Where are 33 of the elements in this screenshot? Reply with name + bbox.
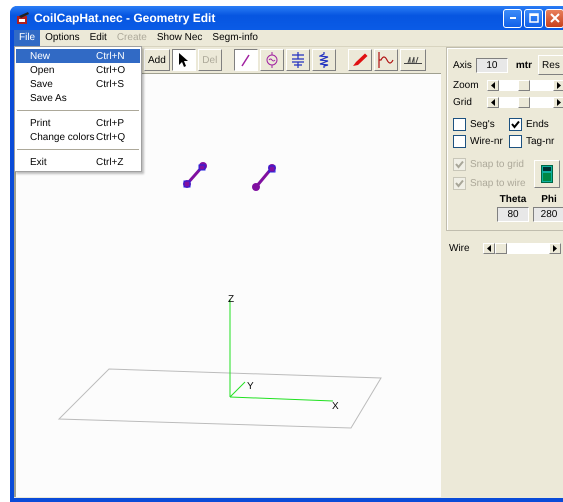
unit-label: mtr	[516, 60, 532, 70]
menu-item[interactable]: File	[14, 30, 40, 46]
slider-label: Zoom	[453, 80, 480, 91]
menu-item[interactable]: New Ctrl+N	[16, 49, 140, 63]
checkbox-label: Snap to wire	[470, 178, 526, 189]
menu-item[interactable]: Show Nec	[152, 30, 208, 46]
checkbox-label: Wire-nr	[470, 136, 503, 147]
menu-item[interactable]: Edit	[84, 30, 112, 46]
menu-item[interactable]: Exit Ctrl+Z	[16, 155, 140, 169]
angle-field[interactable]: 80	[497, 207, 529, 222]
angle-label: Phi	[541, 194, 557, 205]
menu-item[interactable]: Options	[40, 30, 85, 46]
axis-label: Axis	[453, 60, 472, 70]
checkbox-label: Seg's	[470, 119, 495, 130]
menu-item[interactable]: Save As	[16, 91, 140, 105]
window-title: CoilCapHat.nec - Geometry Edit	[34, 11, 216, 25]
checkbox-label: Ends	[526, 119, 549, 130]
axis-label: Z	[228, 294, 234, 305]
angle-field[interactable]: 280	[533, 207, 563, 222]
axis-label: Y	[247, 381, 254, 392]
menu-item[interactable]: Change colorsCtrl+Q	[16, 130, 140, 144]
menu-item[interactable]: Save Ctrl+S	[16, 77, 140, 91]
slider-label: Wire	[449, 242, 471, 254]
angle-label: Theta	[500, 194, 526, 205]
checkbox-label: Tag-nr	[526, 136, 554, 147]
axis-label: X	[332, 401, 339, 412]
tool-button[interactable]: Add	[144, 49, 170, 71]
checkbox-label: Snap to grid	[470, 159, 524, 170]
menu-item[interactable]: Segm-info	[207, 30, 263, 46]
reset-button[interactable]: Res	[538, 55, 563, 75]
axis-field[interactable]: 10	[476, 58, 508, 72]
slider-label: Grid	[453, 97, 473, 108]
menu-item[interactable]: Print Ctrl+P	[16, 116, 140, 130]
